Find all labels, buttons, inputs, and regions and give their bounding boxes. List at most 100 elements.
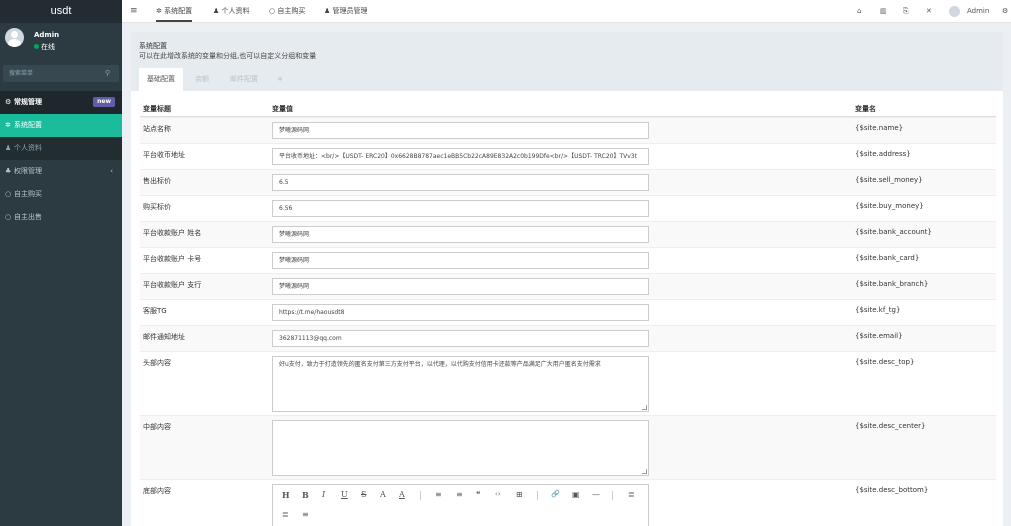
desc-bottom-editor[interactable]: H B I U S A A ≡ ≡ ❝ ‹› ⊞ 🔗 ▣ — ≣ ≣ ≡: [272, 484, 649, 526]
table-row: 平台收币地址 平台收币地址：<br/>【USDT- ERC20】0x6628B87…: [140, 143, 996, 169]
variable-name: {$site.email}: [855, 332, 903, 340]
align-left-icon[interactable]: ≣: [628, 490, 635, 499]
align-center-icon[interactable]: ≣: [282, 510, 289, 519]
chevron-left-icon: ‹: [110, 167, 113, 175]
horizontal-rule-icon[interactable]: —: [592, 490, 600, 499]
email-input[interactable]: 362871113@qq.com: [272, 330, 649, 347]
resize-handle-icon[interactable]: [642, 405, 647, 410]
variable-name: {$site.name}: [855, 124, 904, 132]
font-color-icon[interactable]: A: [380, 490, 386, 499]
add-tab-button[interactable]: +: [267, 68, 293, 91]
config-table: 变量标题 变量值 变量名 站点名称 梦曦源码网 {$site.name} 平台收币地…: [140, 100, 996, 526]
tab-profile[interactable]: ♟ 个人资料: [213, 0, 250, 23]
sidebar-item-general[interactable]: ⚙ 常规管理 new: [0, 91, 122, 114]
column-header: 变量名: [855, 105, 876, 113]
user-icon: ♟: [5, 144, 12, 152]
table-icon[interactable]: ⊞: [516, 490, 523, 499]
row-label: 站点名称: [143, 125, 171, 133]
tab-admin-manage[interactable]: ♟ 管理员管理: [324, 0, 368, 23]
variable-name: {$site.buy_money}: [855, 202, 924, 210]
row-label: 售出标价: [143, 177, 171, 185]
avatar: [5, 28, 24, 47]
user-panel: Admin 在线: [0, 23, 122, 61]
status-text: 在线: [41, 43, 55, 51]
top-navbar: ≡ ✲ 系统配置 ♟ 个人资料 ○ 自主购买 ♟ 管理员管理 ⌂ ▥ ⎘ ✕ A…: [122, 0, 1011, 23]
row-label: 平台收款账户 支行: [143, 281, 202, 289]
toolbar-divider: [612, 491, 613, 500]
tab-system-config[interactable]: ✲ 系统配置: [156, 0, 193, 22]
fullscreen-icon[interactable]: ✕: [926, 0, 932, 23]
sidebar-item-profile[interactable]: ♟ 个人资料: [0, 137, 122, 160]
avatar[interactable]: [949, 6, 960, 17]
site-name-input[interactable]: 梦曦源码网: [272, 122, 649, 139]
top-user-name[interactable]: Admin: [967, 0, 989, 23]
quote-icon[interactable]: ❝: [476, 490, 480, 499]
bold-icon[interactable]: B: [302, 490, 309, 500]
sidebar-item-system-config[interactable]: ✲ 系统配置: [0, 114, 122, 137]
gear-icon: ✲: [5, 121, 11, 129]
heading-icon[interactable]: H: [282, 490, 290, 500]
tab-label: 个人资料: [221, 7, 250, 15]
sell-price-input[interactable]: 6.5: [272, 174, 649, 191]
variable-name: {$site.desc_center}: [855, 422, 926, 430]
row-label: 邮件通知地址: [143, 333, 185, 341]
sidebar-item-label: 自主出售: [14, 213, 42, 221]
translate-icon[interactable]: ⎘: [903, 0, 909, 23]
desc-top-textarea[interactable]: 好u支付，致力于打造领先的匿名支付第三方支付平台，以代理，以代购支付信用卡还款等…: [272, 356, 649, 412]
site-address-input[interactable]: 平台收币地址：<br/>【USDT- ERC20】0x6628B8787aec1…: [272, 148, 649, 165]
sidebar-item-label: 权限管理: [14, 167, 42, 175]
bank-branch-input[interactable]: 梦曦源码网: [272, 278, 649, 295]
row-label: 头部内容: [143, 359, 171, 367]
link-icon[interactable]: 🔗: [551, 490, 560, 498]
ordered-list-icon[interactable]: ≡: [435, 490, 442, 499]
desc-center-textarea[interactable]: [272, 420, 649, 476]
trash-icon[interactable]: ▥: [880, 0, 887, 23]
app-logo[interactable]: usdt: [0, 0, 122, 23]
bank-card-input[interactable]: 梦曦源码网: [272, 252, 649, 269]
resize-handle-icon[interactable]: [642, 469, 647, 474]
circle-icon: ○: [5, 190, 12, 198]
home-icon[interactable]: ⌂: [857, 0, 861, 23]
buy-price-input[interactable]: 6.56: [272, 200, 649, 217]
toolbar-divider: [537, 491, 538, 500]
variable-name: {$site.bank_card}: [855, 254, 920, 262]
strikethrough-icon[interactable]: S: [361, 490, 366, 499]
row-label: 平台收币地址: [143, 151, 185, 159]
gear-icon: ✲: [156, 7, 165, 15]
menu-icon[interactable]: ≡: [130, 0, 138, 23]
sidebar-item-sell[interactable]: ○ 自主出售: [0, 206, 122, 229]
sidebar-menu: ⚙ 常规管理 new ✲ 系统配置 ♟ 个人资料 ♣ 权限管理 ‹ ○ 自主购买 ○ 自主出售: [0, 91, 122, 229]
panel-header: 系统配置 可以在此增改系统的变量和分组,也可以自定义分组和变量 基础配置 余额 …: [131, 32, 1003, 91]
table-row: 邮件通知地址 362871113@qq.com {$site.email}: [140, 325, 996, 351]
gears-icon[interactable]: ⚙: [1002, 0, 1008, 23]
search-input[interactable]: [3, 65, 97, 82]
column-header: 变量值: [272, 105, 293, 113]
table-row: 平台收款账户 支行 梦曦源码网 {$site.bank_branch}: [140, 273, 996, 299]
bank-account-input[interactable]: 梦曦源码网: [272, 226, 649, 243]
search-icon[interactable]: ⚲: [105, 69, 110, 77]
tab-buy[interactable]: ○ 自主购买: [269, 0, 305, 23]
underline-icon[interactable]: U: [341, 490, 348, 499]
row-label: 底部内容: [143, 487, 171, 495]
kf-tg-input[interactable]: https://t.me/haousdt8: [272, 304, 649, 321]
image-icon[interactable]: ▣: [572, 490, 580, 499]
bg-color-icon[interactable]: A: [399, 490, 405, 499]
row-label: 平台收款账户 姓名: [143, 229, 202, 237]
variable-name: {$site.bank_account}: [855, 228, 932, 236]
page-title: 系统配置: [139, 42, 167, 50]
unordered-list-icon[interactable]: ≡: [456, 490, 463, 499]
tab-label: 自主购买: [277, 7, 306, 15]
tab-mail-config[interactable]: 邮件配置: [223, 68, 265, 91]
align-right-icon[interactable]: ≡: [302, 510, 309, 519]
italic-icon[interactable]: I: [322, 490, 325, 499]
sidebar-item-buy[interactable]: ○ 自主购买: [0, 183, 122, 206]
code-icon[interactable]: ‹›: [495, 490, 501, 498]
tab-balance[interactable]: 余额: [185, 68, 219, 91]
circle-icon: ○: [5, 213, 12, 221]
variable-name: {$site.desc_top}: [855, 358, 915, 366]
tab-basic-config[interactable]: 基础配置: [139, 68, 183, 91]
table-row: 平台收款账户 卡号 梦曦源码网 {$site.bank_card}: [140, 247, 996, 273]
group-icon: ♣: [5, 167, 12, 175]
sidebar-item-permissions[interactable]: ♣ 权限管理 ‹: [0, 160, 122, 183]
sidebar-item-label: 常规管理: [14, 98, 42, 106]
